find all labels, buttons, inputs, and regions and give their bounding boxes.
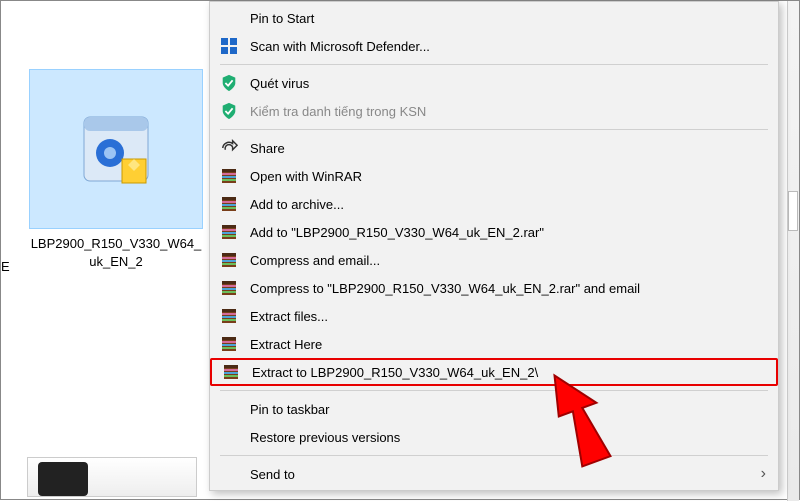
menu-separator (220, 64, 768, 65)
context-menu: Pin to Start Scan with Microsoft Defender… (209, 1, 779, 491)
none-icon (218, 426, 240, 448)
menu-item-label: Extract Here (250, 337, 766, 352)
file-icon-selection (29, 69, 203, 229)
menu-item[interactable]: Send to› (210, 460, 778, 488)
menu-item-label: Add to "LBP2900_R150_V330_W64_uk_EN_2.ra… (250, 225, 766, 240)
menu-item-label: Pin to taskbar (250, 402, 766, 417)
menu-item-label: Scan with Microsoft Defender... (250, 39, 766, 54)
rar-icon (218, 165, 240, 187)
share-icon (218, 137, 240, 159)
rar-icon (218, 249, 240, 271)
menu-separator (220, 390, 768, 391)
rar-icon (218, 305, 240, 327)
menu-item[interactable]: Add to "LBP2900_R150_V330_W64_uk_EN_2.ra… (210, 218, 778, 246)
menu-item-label: Pin to Start (250, 11, 766, 26)
menu-item-label: Share (250, 141, 766, 156)
menu-item[interactable]: Pin to taskbar (210, 395, 778, 423)
menu-item[interactable]: Restore previous versions (210, 423, 778, 451)
menu-item[interactable]: Kiểm tra danh tiếng trong KSN (210, 97, 778, 125)
menu-item-label: Add to archive... (250, 197, 766, 212)
kasp-icon (218, 100, 240, 122)
menu-item[interactable]: Compress to "LBP2900_R150_V330_W64_uk_EN… (210, 274, 778, 302)
file-label: LBP2900_R150_V330_W64_uk_EN_2 (27, 235, 205, 270)
menu-item-label: Restore previous versions (250, 430, 766, 445)
stray-letter: E (1, 259, 10, 274)
menu-item[interactable]: Extract to LBP2900_R150_V330_W64_uk_EN_2… (210, 358, 778, 386)
menu-item-label: Extract files... (250, 309, 766, 324)
rar-icon (218, 333, 240, 355)
menu-item-label: Send to (250, 467, 761, 482)
none-icon (218, 398, 240, 420)
none-icon (218, 7, 240, 29)
kasp-icon (218, 72, 240, 94)
rar-icon (220, 361, 242, 383)
menu-item[interactable]: Extract files... (210, 302, 778, 330)
menu-item-label: Extract to LBP2900_R150_V330_W64_uk_EN_2… (252, 365, 764, 380)
menu-item[interactable]: Compress and email... (210, 246, 778, 274)
menu-item[interactable]: Pin to Start (210, 4, 778, 32)
menu-item[interactable]: Scan with Microsoft Defender... (210, 32, 778, 60)
chevron-right-icon: › (761, 465, 766, 483)
menu-separator (220, 455, 768, 456)
menu-item[interactable]: Extract Here (210, 330, 778, 358)
other-thumbnail[interactable] (27, 457, 197, 497)
right-edge-strip (787, 1, 799, 501)
edge-tab (788, 191, 798, 231)
rar-icon (218, 193, 240, 215)
menu-item-label: Compress and email... (250, 253, 766, 268)
menu-item-label: Compress to "LBP2900_R150_V330_W64_uk_EN… (250, 281, 766, 296)
shield-icon (218, 35, 240, 57)
menu-item-label: Kiểm tra danh tiếng trong KSN (250, 104, 766, 119)
archive-file-icon (76, 109, 156, 189)
menu-item[interactable]: Open with WinRAR (210, 162, 778, 190)
menu-item[interactable]: Quét virus (210, 69, 778, 97)
none-icon (218, 463, 240, 485)
menu-item-label: Quét virus (250, 76, 766, 91)
menu-item[interactable]: Share (210, 134, 778, 162)
rar-icon (218, 277, 240, 299)
menu-item[interactable]: Add to archive... (210, 190, 778, 218)
file-item[interactable]: LBP2900_R150_V330_W64_uk_EN_2 (27, 69, 205, 270)
explorer-background[interactable]: E LBP2900_R150_V330_W64_uk_EN_2 Pin to S… (1, 1, 799, 499)
rar-icon (218, 221, 240, 243)
menu-item-label: Open with WinRAR (250, 169, 766, 184)
menu-separator (220, 129, 768, 130)
